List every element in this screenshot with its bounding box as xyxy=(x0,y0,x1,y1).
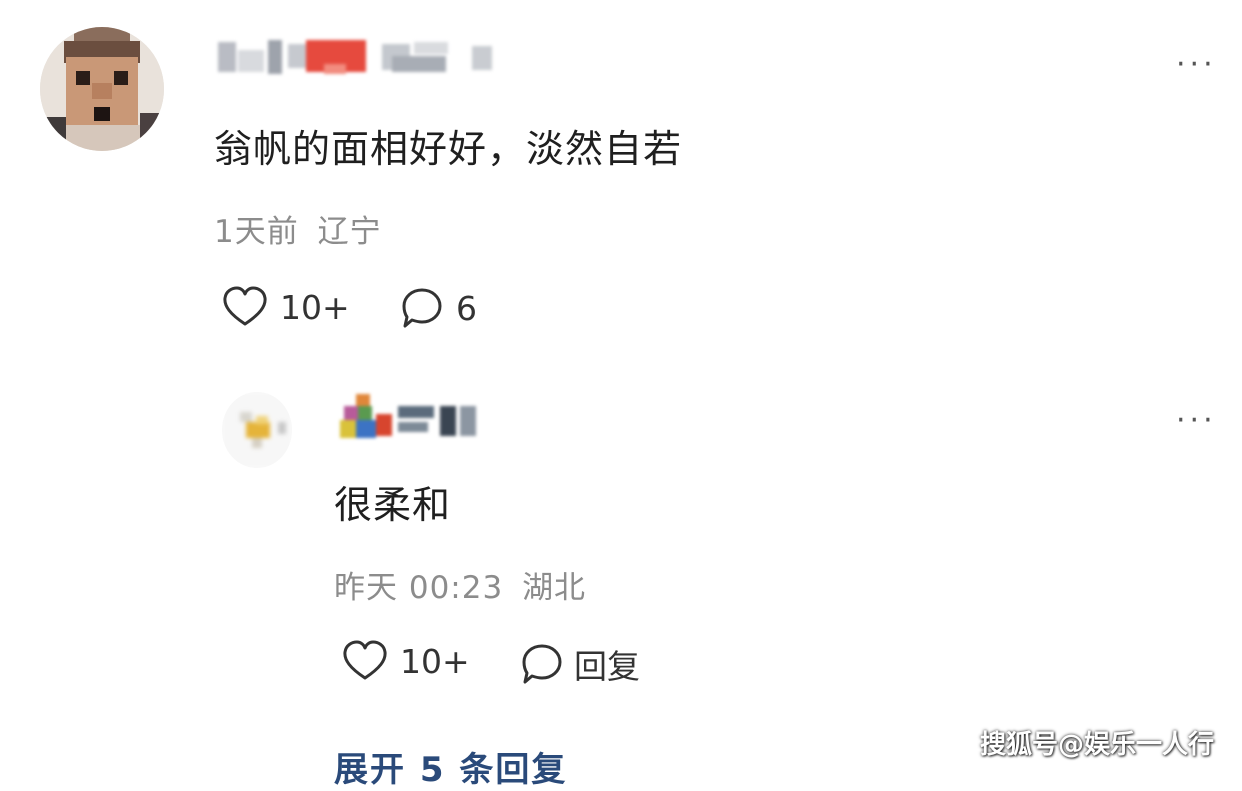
heart-icon xyxy=(223,286,267,326)
reply-like-button[interactable]: 10+ xyxy=(342,640,470,682)
watermark: 搜狐号@娱乐一人行 xyxy=(979,730,1214,760)
reply-count-button[interactable]: 6 xyxy=(400,286,477,330)
reply-count: 6 xyxy=(456,288,477,328)
reply-meta: 昨天 00:23 湖北 xyxy=(334,562,586,607)
reply-more-options-button[interactable]: ··· xyxy=(1176,406,1217,436)
username-blurred[interactable] xyxy=(214,36,499,80)
reply-location: 湖北 xyxy=(522,570,587,606)
reply-like-count: 10+ xyxy=(400,641,470,681)
reply-text: 很柔和 xyxy=(334,483,452,527)
reply-to-reply-button[interactable]: 回复 xyxy=(520,640,640,688)
comment-bubble-icon xyxy=(522,644,562,684)
comment-location: 辽宁 xyxy=(317,214,382,250)
ellipsis-icon: ··· xyxy=(1176,47,1217,82)
like-button[interactable]: 10+ xyxy=(222,286,350,328)
reply-time: 昨天 00:23 xyxy=(334,570,504,606)
pixelated-avatar-image xyxy=(222,392,292,468)
comment-bubble-icon xyxy=(402,288,442,328)
reply-avatar[interactable] xyxy=(222,392,292,468)
comment-meta: 1天前 辽宁 xyxy=(214,206,382,251)
more-options-button[interactable]: ··· xyxy=(1176,50,1217,80)
username-blur-pixels xyxy=(218,40,492,74)
like-count: 10+ xyxy=(280,287,350,327)
username-blur-pixels xyxy=(340,394,476,438)
reply-label: 回复 xyxy=(574,647,640,686)
comment-time: 1天前 xyxy=(214,214,299,250)
pixelated-avatar-image xyxy=(40,27,164,151)
ellipsis-icon: ··· xyxy=(1176,403,1217,438)
comment-text: 翁帆的面相好好，淡然自若 xyxy=(214,127,683,171)
avatar[interactable] xyxy=(40,27,164,151)
reply-username-blurred[interactable] xyxy=(336,388,484,446)
heart-icon xyxy=(343,640,387,680)
